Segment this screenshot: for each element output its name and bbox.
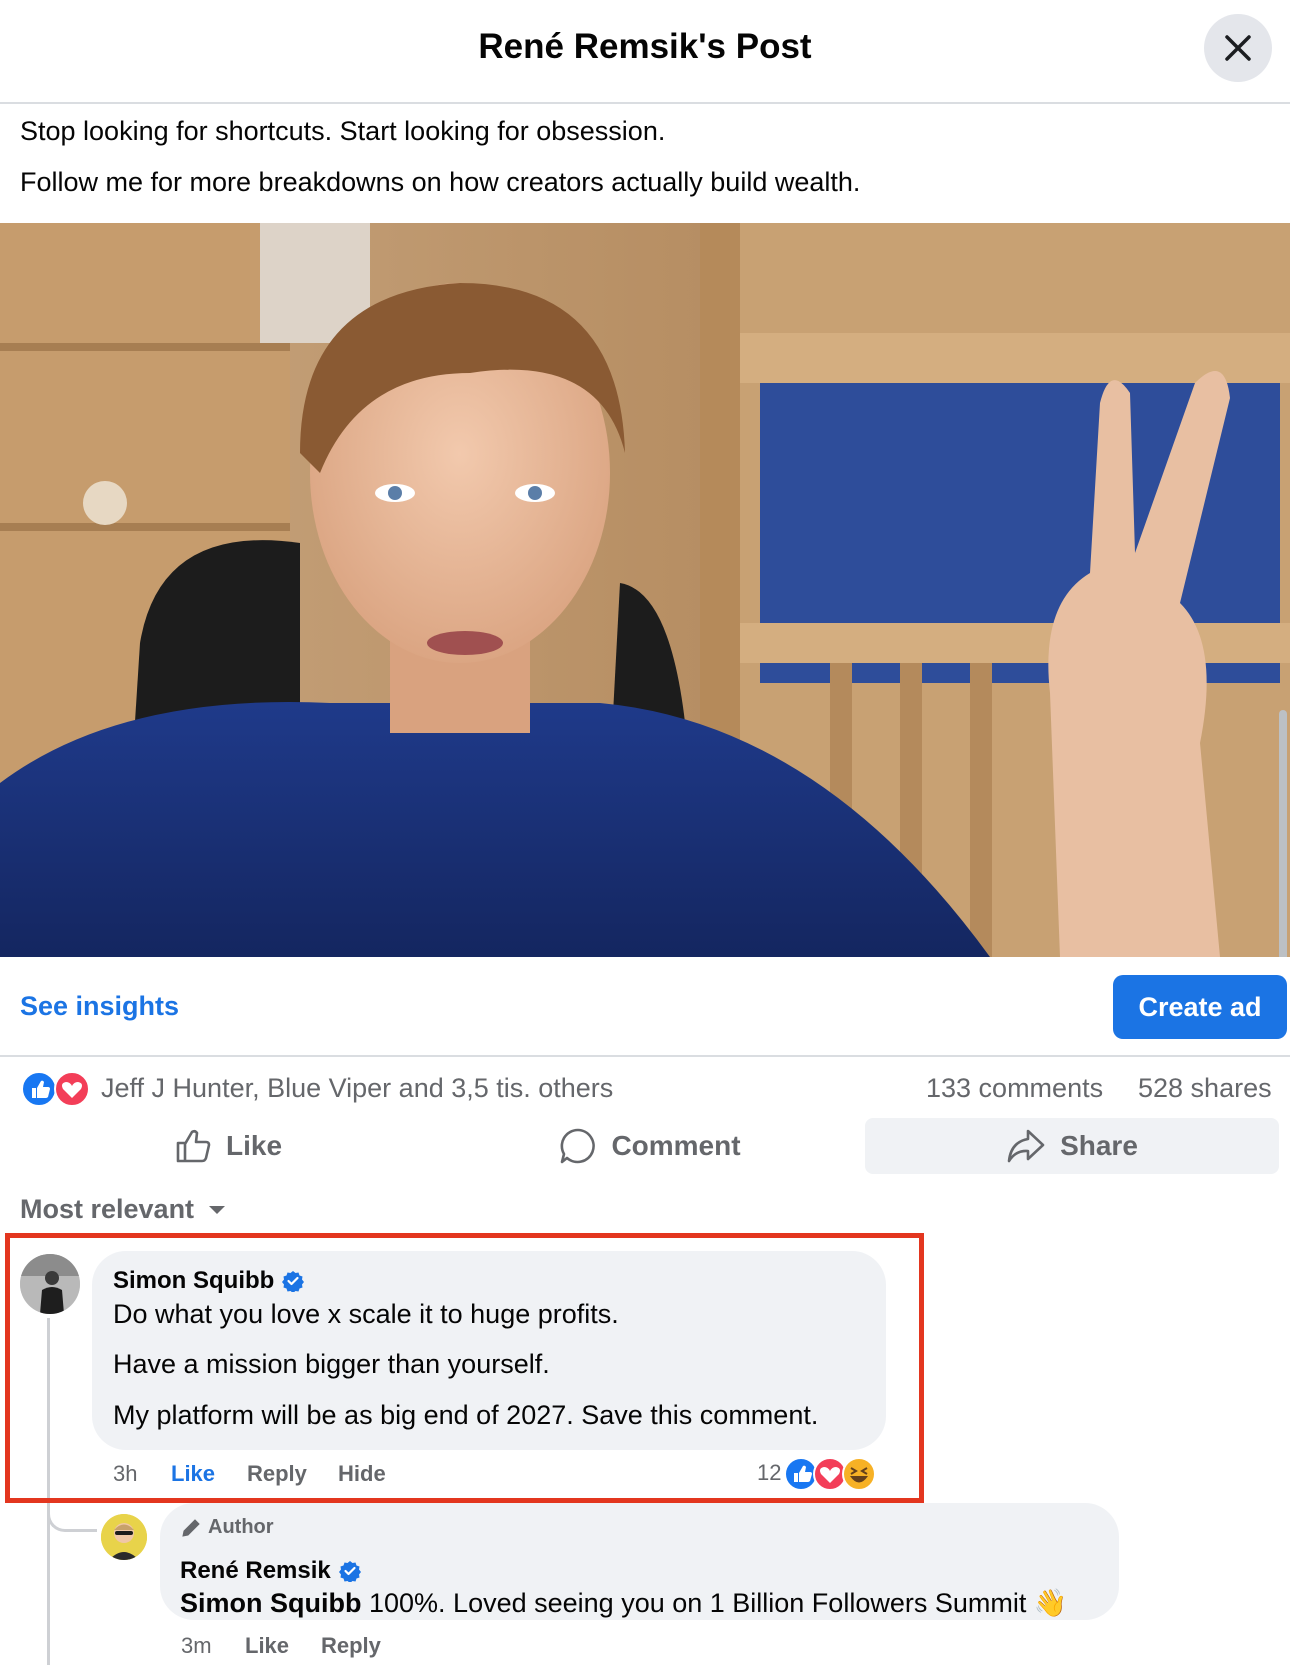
comment-text-line: My platform will be as big end of 2027. … bbox=[113, 1400, 819, 1430]
avatar[interactable] bbox=[101, 1514, 147, 1560]
comment-reaction-count[interactable]: 12 bbox=[757, 1460, 781, 1486]
post-dialog-header: René Remsik's Post bbox=[0, 0, 1290, 104]
like-icon bbox=[21, 1071, 57, 1107]
post-text-line: Stop looking for shortcuts. Start lookin… bbox=[20, 116, 666, 146]
reply-timestamp[interactable]: 3m bbox=[181, 1633, 212, 1659]
scrollbar[interactable] bbox=[1279, 710, 1287, 957]
post-text-line: Follow me for more breakdowns on how cre… bbox=[20, 167, 861, 197]
like-label: Like bbox=[225, 1130, 283, 1161]
comment-text-line: Have a mission bigger than yourself. bbox=[113, 1349, 550, 1379]
video-frame bbox=[0, 223, 1290, 957]
shares-count[interactable]: 528 shares bbox=[1138, 1073, 1272, 1104]
comment-icon bbox=[561, 1128, 596, 1164]
share-icon bbox=[1007, 1129, 1045, 1163]
love-icon bbox=[813, 1457, 847, 1491]
comment-bubble: Simon Squibb Do what you love x scale it… bbox=[92, 1251, 886, 1450]
waving-hand-emoji: 👋 bbox=[1033, 1588, 1068, 1618]
reaction-names[interactable]: Jeff J Hunter, Blue Viper and 3,5 tis. o… bbox=[101, 1073, 613, 1104]
haha-icon bbox=[842, 1457, 876, 1491]
comment-button[interactable]: Comment bbox=[520, 1118, 780, 1174]
comment-author[interactable]: Simon Squibb bbox=[113, 1267, 305, 1295]
close-button[interactable] bbox=[1204, 14, 1272, 82]
reply-author[interactable]: René Remsik bbox=[180, 1557, 361, 1585]
comment-sort-dropdown[interactable]: Most relevant bbox=[20, 1194, 226, 1225]
love-icon bbox=[54, 1071, 90, 1107]
comment-label: Comment bbox=[611, 1130, 741, 1161]
like-icon bbox=[784, 1457, 818, 1491]
profile-photo bbox=[20, 1254, 80, 1314]
comment-hide-button[interactable]: Hide bbox=[338, 1461, 386, 1487]
insights-row: See insights Create ad bbox=[0, 957, 1290, 1057]
author-badge: Author bbox=[180, 1516, 274, 1539]
comment-timestamp[interactable]: 3h bbox=[113, 1461, 137, 1487]
reply-bubble: René Remsik Simon Squibb 100%. Loved see… bbox=[160, 1503, 1119, 1620]
caret-down-icon bbox=[209, 1205, 226, 1214]
comments-count[interactable]: 133 comments bbox=[926, 1073, 1103, 1104]
comment-text-line: Do what you love x scale it to huge prof… bbox=[113, 1299, 619, 1329]
reply-like-button[interactable]: Like bbox=[245, 1633, 289, 1659]
reply-text: Simon Squibb 100%. Loved seeing you on 1… bbox=[180, 1588, 1068, 1618]
comment-like-button[interactable]: Like bbox=[171, 1461, 215, 1487]
create-ad-button[interactable]: Create ad bbox=[1113, 975, 1287, 1039]
like-button[interactable]: Like bbox=[100, 1118, 356, 1174]
comment-reply-button[interactable]: Reply bbox=[247, 1461, 307, 1487]
reply-reply-button[interactable]: Reply bbox=[321, 1633, 381, 1659]
avatar[interactable] bbox=[20, 1254, 80, 1314]
profile-photo bbox=[101, 1514, 147, 1560]
verified-badge-icon bbox=[282, 1271, 305, 1292]
share-label: Share bbox=[1060, 1130, 1138, 1161]
verified-badge-icon bbox=[338, 1561, 361, 1582]
pencil-icon bbox=[182, 1518, 200, 1537]
reply-connector bbox=[47, 1490, 97, 1532]
sort-label: Most relevant bbox=[20, 1194, 195, 1224]
dialog-title: René Remsik's Post bbox=[478, 27, 812, 66]
comment-reaction-icons[interactable] bbox=[783, 1456, 883, 1492]
reaction-summary-icons[interactable] bbox=[21, 1071, 93, 1107]
see-insights-link[interactable]: See insights bbox=[20, 991, 179, 1022]
share-button[interactable]: Share bbox=[865, 1118, 1279, 1174]
mention-link[interactable]: Simon Squibb bbox=[180, 1588, 362, 1618]
close-icon bbox=[1225, 35, 1251, 61]
post-video[interactable] bbox=[0, 223, 1290, 957]
thumbs-up-icon bbox=[176, 1129, 211, 1163]
